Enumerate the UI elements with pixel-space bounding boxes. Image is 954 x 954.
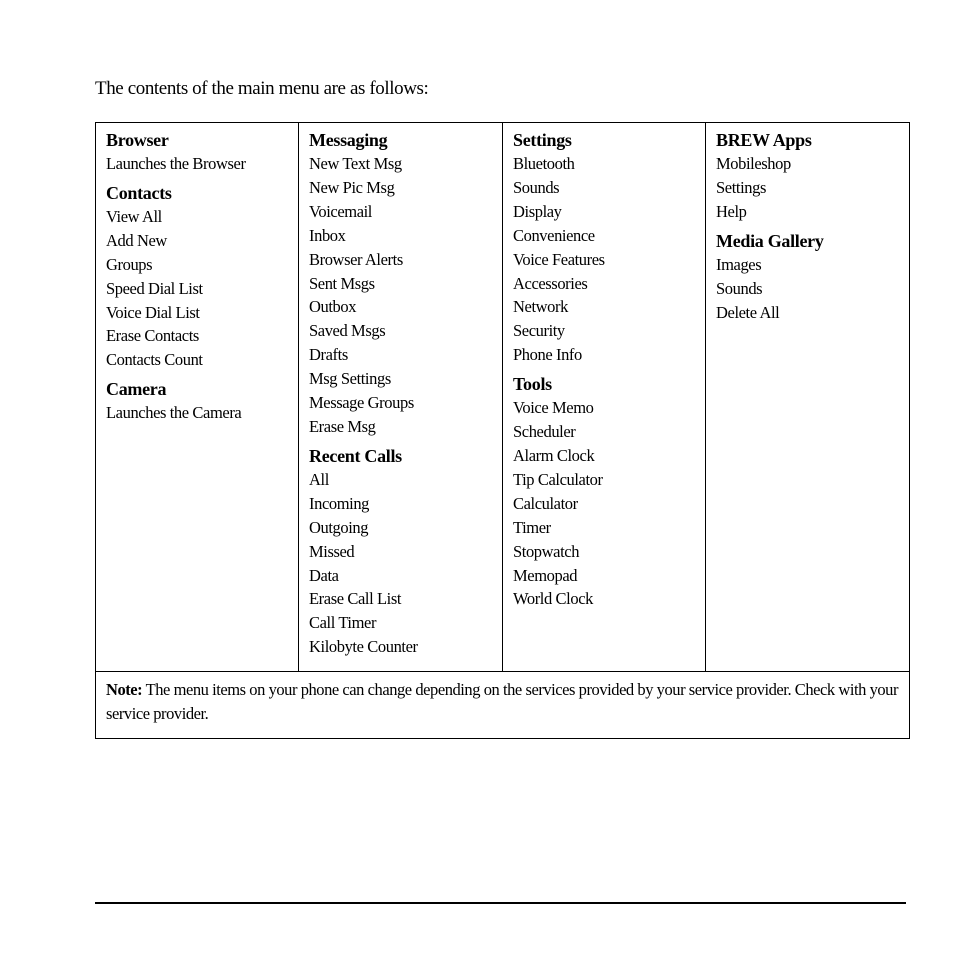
- menu-item: Outbox: [309, 297, 357, 317]
- menu-item: Saved Msgs: [309, 321, 386, 341]
- menu-group: Recent Calls All Incoming Outgoing Missed Dat…: [309, 445, 492, 659]
- menu-group-title: Messaging: [309, 130, 388, 150]
- menu-column: Browser Launches the Browser Contacts View …: [96, 123, 299, 671]
- menu-item: Erase Contacts: [106, 326, 199, 346]
- menu-item: Erase Msg: [309, 416, 376, 436]
- note-cell: Note: The menu items on your phone can c…: [96, 672, 909, 738]
- menu-item: Display: [513, 201, 562, 221]
- menu-item: Scheduler: [513, 422, 576, 442]
- menu-item: Message Groups: [309, 393, 414, 413]
- menu-item: New Text Msg: [309, 154, 402, 173]
- menu-group-title: Browser: [106, 130, 169, 150]
- menu-item: Outgoing: [309, 517, 369, 537]
- menu-item: Convenience: [513, 225, 595, 245]
- menu-item: Contacts Count: [106, 350, 203, 370]
- menu-item: Drafts: [309, 345, 348, 365]
- menu-item: Security: [513, 321, 565, 341]
- note-text: The menu items on your phone can change …: [106, 680, 899, 723]
- menu-item: Images: [716, 254, 762, 274]
- menu-item: Groups: [106, 254, 153, 274]
- menu-column: BREW Apps Mobileshop Settings Help Media Gal…: [706, 123, 909, 671]
- menu-item: New Pic Msg: [309, 177, 395, 197]
- menu-item: Delete All: [716, 302, 780, 322]
- menu-group: Settings Bluetooth Sounds Display Convenienc…: [513, 129, 695, 367]
- menu-item: Add New: [106, 230, 167, 250]
- menu-item: Help: [716, 201, 747, 221]
- menu-item: Voice Features: [513, 249, 605, 269]
- menu-item: Bluetooth: [513, 154, 575, 173]
- menu-item: Incoming: [309, 493, 370, 513]
- menu-group: Tools Voice Memo Scheduler Alarm Clock Tip C…: [513, 373, 695, 611]
- menu-item: Accessories: [513, 273, 588, 293]
- menu-item: Voicemail: [309, 201, 372, 221]
- menu-item: Data: [309, 565, 339, 585]
- menu-group: BREW Apps Mobileshop Settings Help: [716, 129, 899, 224]
- menu-columns: Browser Launches the Browser Contacts View …: [96, 123, 909, 672]
- menu-item: Tip Calculator: [513, 469, 603, 489]
- menu-item: Timer: [513, 517, 551, 537]
- menu-item: Msg Settings: [309, 369, 391, 389]
- footer-rule: [95, 902, 906, 904]
- intro-text: The contents of the main menu are as fol…: [95, 78, 429, 99]
- menu-item: Inbox: [309, 225, 346, 245]
- menu-item: Erase Call List: [309, 589, 402, 609]
- menu-item: Kilobyte Counter: [309, 637, 418, 657]
- menu-item: Voice Memo: [513, 398, 594, 418]
- menu-group-title: Contacts: [106, 182, 172, 203]
- menu-item: Sounds: [513, 177, 560, 197]
- menu-item: Voice Dial List: [106, 302, 200, 322]
- menu-item: View All: [106, 206, 162, 226]
- menu-group: Browser Launches the Browser: [106, 129, 288, 176]
- menu-item: Mobileshop: [716, 154, 791, 173]
- menu-item: Phone Info: [513, 345, 582, 365]
- menu-item: Calculator: [513, 493, 578, 513]
- menu-item: Sent Msgs: [309, 273, 375, 293]
- menu-group: Contacts View All Add New Groups Speed Dial …: [106, 182, 288, 372]
- menu-group: Messaging New Text Msg New Pic Msg Voicemai…: [309, 129, 492, 439]
- menu-item: All: [309, 469, 329, 489]
- menu-item: World Clock: [513, 589, 593, 609]
- menu-item: Sounds: [716, 278, 763, 298]
- menu-column: Messaging New Text Msg New Pic Msg Voicemai…: [299, 123, 503, 671]
- note-label: Note:: [106, 680, 143, 699]
- menu-group-title: Settings: [513, 130, 572, 150]
- menu-item: Network: [513, 297, 568, 317]
- menu-item: Speed Dial List: [106, 278, 203, 298]
- menu-item: Launches the Camera: [106, 403, 242, 423]
- menu-item: Missed: [309, 541, 355, 561]
- menu-item: Call Timer: [309, 613, 377, 633]
- menu-group-title: Camera: [106, 379, 167, 400]
- menu-group-title: BREW Apps: [716, 130, 812, 150]
- menu-column: Settings Bluetooth Sounds Display Convenienc…: [503, 123, 706, 671]
- menu-item: Browser Alerts: [309, 249, 403, 269]
- menu-group-title: Media Gallery: [716, 230, 824, 251]
- menu-item: Alarm Clock: [513, 445, 595, 465]
- menu-group: Media Gallery Images Sounds Delete All: [716, 230, 899, 325]
- menu-group-title: Recent Calls: [309, 445, 402, 466]
- menu-item: Launches the Browser: [106, 154, 246, 173]
- menu-group: Camera Launches the Camera: [106, 378, 288, 425]
- main-menu-table: Browser Launches the Browser Contacts View …: [95, 122, 910, 739]
- menu-group-title: Tools: [513, 374, 552, 395]
- menu-item: Settings: [716, 177, 766, 197]
- menu-item: Stopwatch: [513, 541, 580, 561]
- menu-item: Memopad: [513, 565, 578, 585]
